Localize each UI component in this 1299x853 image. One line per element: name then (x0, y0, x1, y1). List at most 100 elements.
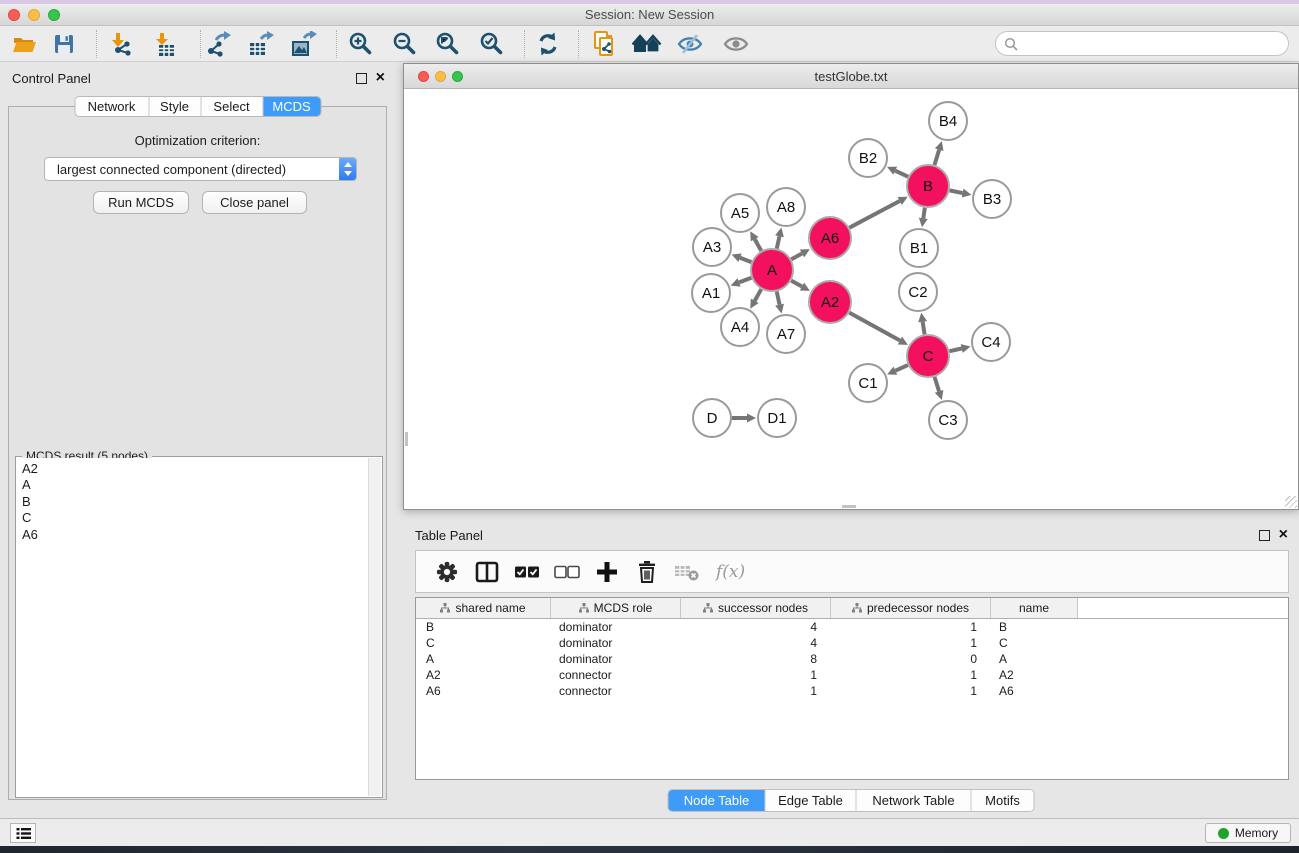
optimization-criterion-select[interactable]: largest connected component (directed) (44, 157, 357, 181)
table-cell[interactable]: connector (551, 668, 681, 682)
network-canvas[interactable]: B4B2BB3A5A8A6B1A3AC2A1A2A4A7C4CC1C3DD1 (404, 89, 1298, 509)
delete-columns-icon[interactable] (634, 559, 660, 585)
table-cell[interactable]: B (416, 620, 551, 634)
export-table-icon[interactable] (245, 29, 277, 59)
graph-edge-B-B1[interactable] (923, 208, 925, 219)
mcds-result-item[interactable]: C (22, 510, 368, 526)
tab-select[interactable]: Select (201, 97, 263, 116)
table-cell[interactable]: dominator (551, 652, 681, 666)
table-cell[interactable]: A6 (991, 684, 1078, 698)
table-cell[interactable]: A (416, 652, 551, 666)
zoom-selected-icon[interactable] (476, 29, 508, 59)
table-cell[interactable]: C (991, 636, 1078, 650)
table-cell[interactable]: 0 (831, 652, 991, 666)
table-cell[interactable]: B (991, 620, 1078, 634)
open-file-icon[interactable] (8, 29, 40, 59)
table-cell[interactable]: connector (551, 684, 681, 698)
tab-network[interactable]: Network (75, 97, 149, 116)
unselect-all-columns-icon[interactable] (554, 559, 580, 585)
table-cell[interactable]: 1 (831, 636, 991, 650)
export-image-icon[interactable] (288, 29, 320, 59)
float-panel-icon[interactable] (1259, 530, 1270, 541)
table-cell[interactable]: A2 (991, 668, 1078, 682)
mcds-result-item[interactable]: A6 (22, 527, 368, 543)
table-cell[interactable]: 1 (831, 668, 991, 682)
add-column-icon[interactable] (594, 559, 620, 585)
table-row[interactable]: Adominator80A (416, 651, 1288, 667)
table-cell[interactable]: 1 (831, 684, 991, 698)
memory-button[interactable]: Memory (1205, 823, 1291, 843)
mcds-result-item[interactable]: A (22, 477, 368, 493)
network-window-titlebar[interactable]: testGlobe.txt (404, 64, 1298, 89)
graph-edge-C-C4[interactable] (949, 349, 961, 352)
table-cell[interactable]: 4 (681, 620, 831, 634)
import-network-icon[interactable] (104, 29, 136, 59)
graph-edge-A-A8[interactable] (777, 236, 780, 248)
close-panel-icon[interactable]: × (1279, 526, 1288, 544)
tab-edge-table[interactable]: Edge Table (766, 790, 857, 811)
graph-edge-A-A1[interactable] (739, 278, 751, 283)
graph-edge-C-C1[interactable] (895, 365, 908, 371)
column-header-name[interactable]: name (991, 598, 1078, 618)
table-cell[interactable]: A2 (416, 668, 551, 682)
tab-network-table[interactable]: Network Table (857, 790, 972, 811)
mcds-result-scrollbar[interactable] (368, 458, 381, 796)
table-cell[interactable]: 1 (681, 684, 831, 698)
window-resize-grip[interactable] (1285, 496, 1297, 508)
graph-edge-C-C2[interactable] (923, 322, 925, 335)
close-panel-button[interactable]: Close panel (202, 191, 307, 214)
graph-edge-A-A5[interactable] (755, 239, 762, 251)
new-network-from-selection-icon[interactable] (589, 29, 621, 59)
hide-labels-icon[interactable] (674, 29, 706, 59)
column-header-shared-name[interactable]: shared name (416, 598, 551, 618)
graph-edge-A-A7[interactable] (777, 291, 780, 304)
tab-motifs[interactable]: Motifs (972, 790, 1034, 811)
table-cell[interactable]: dominator (551, 636, 681, 650)
mcds-result-item[interactable]: A2 (22, 461, 368, 477)
zoom-out-icon[interactable] (389, 29, 421, 59)
graph-edge-B-B3[interactable] (950, 190, 963, 193)
graph-edge-A-A2[interactable] (791, 281, 802, 287)
refresh-icon[interactable] (532, 29, 564, 59)
graph-edge-A-A6[interactable] (791, 253, 802, 259)
task-history-button[interactable] (10, 823, 36, 843)
table-cell[interactable]: 1 (831, 620, 991, 634)
network-graph[interactable]: B4B2BB3A5A8A6B1A3AC2A1A2A4A7C4CC1C3DD1 (404, 89, 1298, 509)
table-row[interactable]: A2connector11A2 (416, 667, 1288, 683)
table-row[interactable]: Cdominator41C (416, 635, 1288, 651)
column-header-MCDS-role[interactable]: MCDS role (551, 598, 681, 618)
graph-edge-A-A4[interactable] (755, 289, 762, 301)
mcds-result-list[interactable]: A2ABCA6 (17, 458, 368, 796)
graph-edge-C-C3[interactable] (935, 377, 939, 391)
column-header-predecessor-nodes[interactable]: predecessor nodes (831, 598, 991, 618)
table-cell[interactable]: A6 (416, 684, 551, 698)
tab-node-table[interactable]: Node Table (669, 790, 766, 811)
graph-edge-A-A3[interactable] (740, 258, 751, 262)
float-panel-icon[interactable] (356, 73, 367, 84)
table-cell[interactable]: C (416, 636, 551, 650)
export-network-icon[interactable] (202, 29, 234, 59)
table-settings-icon[interactable] (434, 559, 460, 585)
column-header-successor-nodes[interactable]: successor nodes (681, 598, 831, 618)
tab-style[interactable]: Style (149, 97, 201, 116)
mcds-result-item[interactable]: B (22, 494, 368, 510)
run-mcds-button[interactable]: Run MCDS (93, 191, 189, 214)
table-cell[interactable]: 4 (681, 636, 831, 650)
hide-windows-icon[interactable] (631, 29, 663, 59)
search-input[interactable] (1023, 36, 1288, 51)
table-cell[interactable]: dominator (551, 620, 681, 634)
zoom-fit-icon[interactable] (432, 29, 464, 59)
table-row[interactable]: Bdominator41B (416, 619, 1288, 635)
close-panel-icon[interactable]: × (376, 69, 385, 87)
graph-edge-B-B2[interactable] (895, 171, 908, 177)
zoom-in-icon[interactable] (345, 29, 377, 59)
table-cell[interactable]: 8 (681, 652, 831, 666)
import-table-icon[interactable] (148, 29, 180, 59)
show-graphics-details-icon[interactable] (720, 29, 752, 59)
graph-edge-A6-B[interactable] (849, 201, 899, 228)
graph-edge-B-B4[interactable] (934, 150, 939, 165)
delete-table-icon[interactable] (674, 559, 700, 585)
table-row[interactable]: A6connector11A6 (416, 683, 1288, 699)
function-builder-icon[interactable]: f(x) (716, 562, 745, 582)
tab-mcds[interactable]: MCDS (263, 97, 320, 116)
